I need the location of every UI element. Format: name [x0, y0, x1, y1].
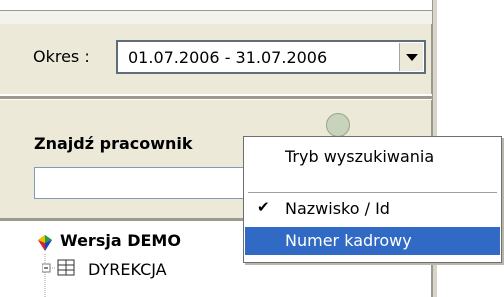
period-value: 01.07.2006 - 31.07.2006	[128, 48, 328, 67]
menu-item-surname-id[interactable]: ✔ Nazwisko / Id	[245, 195, 500, 223]
chevron-down-icon	[406, 54, 418, 61]
menu-item-search-mode[interactable]: Tryb wyszukiwania	[245, 143, 500, 171]
tree-expander[interactable]	[42, 254, 82, 297]
find-employee-title: Znajdź pracownik	[34, 134, 193, 153]
menu-separator	[248, 192, 497, 193]
menu-item-staff-number[interactable]: Numer kadrowy	[245, 227, 500, 255]
menu-item-label: Tryb wyszukiwania	[285, 147, 435, 166]
panel-divider	[0, 96, 432, 99]
top-frame	[0, 10, 432, 25]
period-dropdown-button[interactable]	[399, 43, 423, 71]
menu-item-label: Numer kadrowy	[285, 231, 412, 250]
colorful-balloon-icon	[38, 235, 52, 251]
employee-search-input[interactable]	[34, 167, 274, 199]
period-label: Okres :	[33, 47, 90, 66]
menu-item-label: Nazwisko / Id	[285, 199, 390, 218]
search-mode-context-menu: Tryb wyszukiwania ✔ Nazwisko / Id Numer …	[243, 136, 502, 263]
period-dropdown[interactable]: 01.07.2006 - 31.07.2006	[116, 40, 426, 74]
status-indicator-icon	[326, 113, 350, 137]
tree-root-label[interactable]: Wersja DEMO	[60, 231, 181, 250]
tree-item-dyrekcja[interactable]: DYREKCJA	[88, 260, 167, 279]
checkmark-icon: ✔	[257, 198, 270, 216]
